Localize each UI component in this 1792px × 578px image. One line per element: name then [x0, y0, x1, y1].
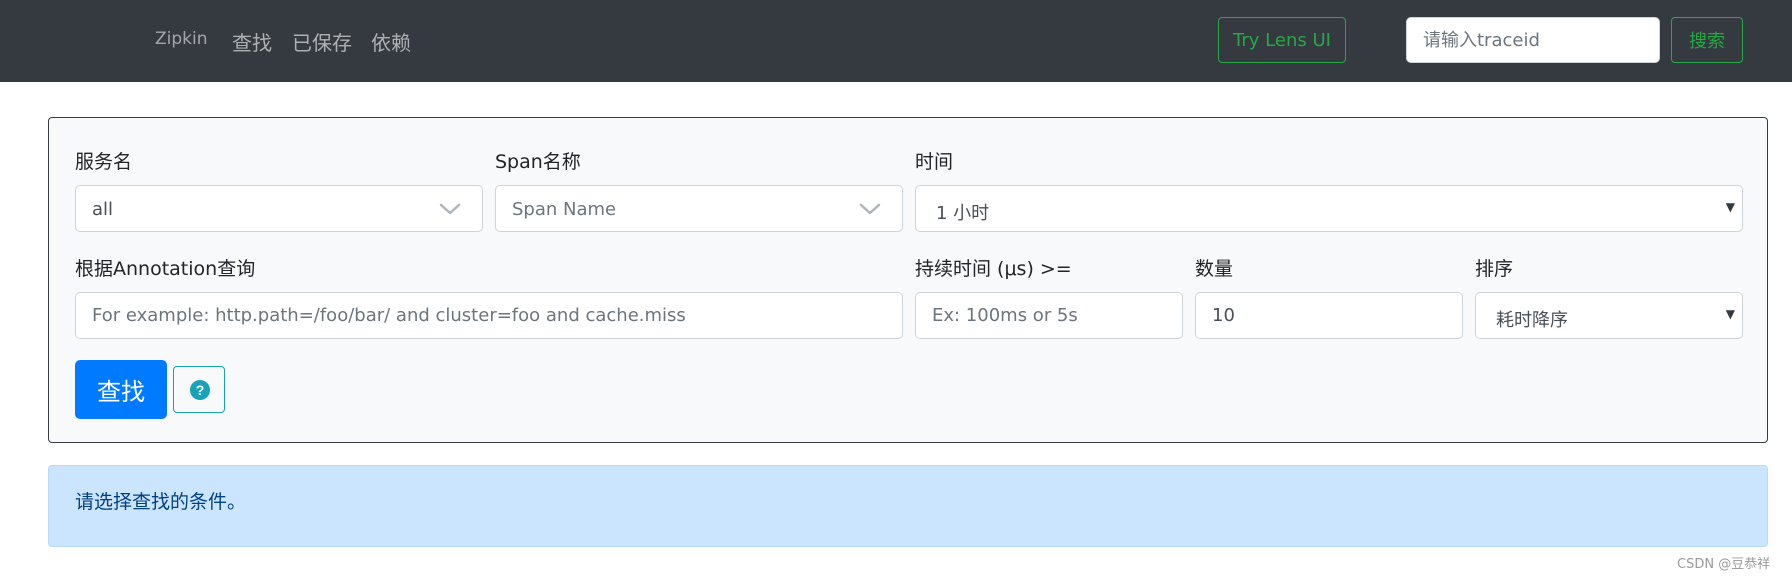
nav-dependencies[interactable]: 依赖: [371, 27, 411, 56]
chevron-down-icon: [439, 203, 461, 215]
traceid-input[interactable]: [1406, 17, 1660, 63]
span-label: Span名称: [495, 151, 581, 173]
time-select[interactable]: 1 小时 ▼: [915, 185, 1743, 232]
sort-select[interactable]: 耗时降序 ▼: [1475, 292, 1743, 339]
duration-field: [915, 292, 1183, 339]
span-name-select[interactable]: Span Name: [495, 185, 903, 232]
service-value: all: [92, 199, 114, 220]
limit-input[interactable]: [1196, 293, 1462, 338]
brand-link[interactable]: Zipkin: [155, 29, 208, 49]
annotation-label: 根据Annotation查询: [75, 258, 256, 280]
sort-value: 耗时降序: [1496, 310, 1568, 331]
info-alert: 请选择查找的条件。: [48, 465, 1768, 547]
caret-down-icon: ▼: [1725, 307, 1735, 321]
nav-find[interactable]: 查找: [232, 27, 272, 56]
duration-label: 持续时间 (μs) >=: [915, 258, 1072, 280]
annotation-query-input[interactable]: [76, 293, 902, 338]
question-circle-icon: ?: [190, 380, 210, 400]
service-label: 服务名: [75, 151, 133, 173]
sort-label: 排序: [1475, 258, 1514, 280]
find-button[interactable]: 查找: [75, 360, 167, 419]
watermark: CSDN @豆恭祥: [1677, 557, 1771, 572]
search-form: 服务名 Span名称 时间 all Span Name 1 小时 ▼ 根据Ann…: [48, 117, 1768, 443]
service-select[interactable]: all: [75, 185, 483, 232]
help-button[interactable]: ?: [173, 366, 225, 413]
span-name-placeholder: Span Name: [512, 199, 617, 220]
alert-message: 请选择查找的条件。: [75, 491, 247, 513]
time-label: 时间: [915, 151, 954, 173]
chevron-down-icon: [859, 203, 881, 215]
min-duration-input[interactable]: [916, 293, 1182, 338]
caret-down-icon: ▼: [1725, 200, 1735, 214]
limit-label: 数量: [1195, 258, 1234, 280]
nav-saved[interactable]: 已保存: [292, 27, 352, 56]
search-button[interactable]: 搜索: [1671, 17, 1743, 63]
try-lens-ui-button[interactable]: Try Lens UI: [1218, 17, 1346, 63]
time-value: 1 小时: [936, 203, 990, 224]
top-navbar: Zipkin 查找 已保存 依赖 Try Lens UI 搜索: [0, 0, 1792, 82]
annotation-query-field: [75, 292, 903, 339]
limit-field: [1195, 292, 1463, 339]
